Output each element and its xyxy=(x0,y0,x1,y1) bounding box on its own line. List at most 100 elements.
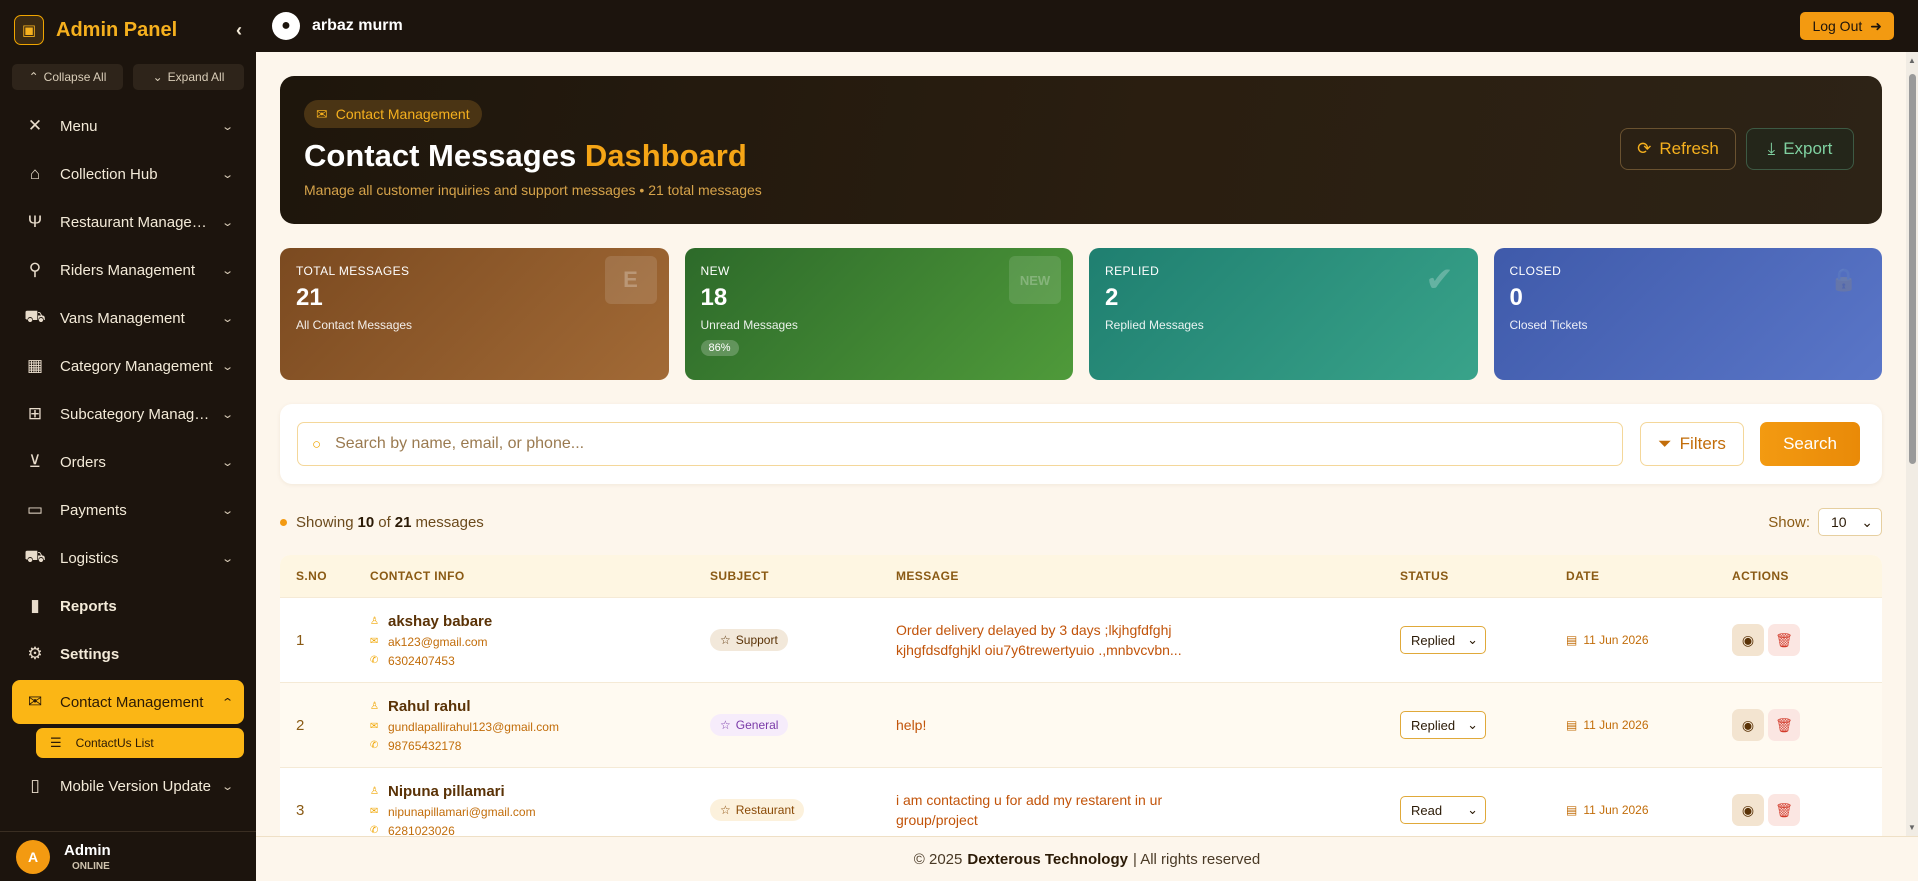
sidebar-item-label: Subcategory Management xyxy=(60,405,216,423)
message-text: i am contacting u for add my restarent i… xyxy=(896,792,1163,828)
results-prefix: Showing xyxy=(296,514,354,531)
status-select[interactable]: Read ⌄ xyxy=(1400,796,1486,824)
view-button[interactable]: ◉ xyxy=(1732,624,1764,656)
page-title-main: Contact Messages xyxy=(304,138,577,173)
copyright-suffix: | All rights reserved xyxy=(1132,850,1261,868)
chevron-down-icon: ⌄ xyxy=(220,408,234,421)
view-button[interactable]: ◉ xyxy=(1732,794,1764,826)
credit-card-icon: ▭ xyxy=(26,500,44,519)
mail-icon: ✉ xyxy=(370,806,379,817)
collapse-all-button[interactable]: ⌃ Collapse All xyxy=(12,64,123,90)
scroll-down-arrow-icon[interactable]: ▼ xyxy=(1908,823,1916,832)
trash-icon: 🗑 xyxy=(1775,801,1793,818)
stat-value: 0 xyxy=(1509,284,1523,311)
vertical-scrollbar[interactable]: ▲ ▼ xyxy=(1906,52,1918,836)
scroll-up-arrow-icon[interactable]: ▲ xyxy=(1908,56,1916,65)
star-icon: ☆ xyxy=(720,803,731,817)
sidebar-item-contact-management[interactable]: ✉ Contact Management ⌃ xyxy=(12,680,244,724)
sidebar-item-label: Settings xyxy=(60,645,120,663)
stat-card-total: TOTAL MESSAGES 21 All Contact Messages E xyxy=(280,248,669,380)
logout-button[interactable]: Log Out ➜ xyxy=(1800,12,1894,40)
stat-card-new: NEW 18 Unread Messages 86% NEW xyxy=(684,248,1073,380)
sidebar-item-riders-management[interactable]: ⚲ Riders Management ⌄ xyxy=(0,246,256,294)
delete-button[interactable]: 🗑 xyxy=(1768,624,1800,656)
search-bar: ○ ⏷ Filters Search xyxy=(280,404,1882,484)
avatar: A xyxy=(16,839,50,874)
status-value: Replied xyxy=(1411,717,1456,733)
subject-badge: ☆ Support xyxy=(710,629,788,651)
delete-button[interactable]: 🗑 xyxy=(1768,709,1800,741)
truck-icon: ⛟ xyxy=(24,307,46,326)
scrollbar-thumb[interactable] xyxy=(1909,74,1916,464)
status-dot xyxy=(280,519,287,526)
status-select[interactable]: Replied ⌄ xyxy=(1400,711,1486,739)
stat-description: All Contact Messages xyxy=(296,318,413,332)
date-value: 11 Jun 2026 xyxy=(1583,718,1649,732)
page-subtitle: Manage all customer inquiries and suppor… xyxy=(304,182,762,198)
refresh-button[interactable]: ⟳ Refresh xyxy=(1620,128,1736,170)
sidebar-item-logistics[interactable]: ⛟ Logistics ⌄ xyxy=(0,534,256,582)
sidebar-subitem-contactus-list[interactable]: ☰ ContactUs List xyxy=(36,728,244,758)
sidebar-item-subcategory-management[interactable]: ⊞ Subcategory Management ⌄ xyxy=(0,390,256,438)
search-input[interactable] xyxy=(335,435,1608,453)
sidebar-item-payments[interactable]: ▭ Payments ⌄ xyxy=(0,486,256,534)
stat-label: TOTAL MESSAGES xyxy=(296,264,410,278)
cart-icon: ⊻ xyxy=(28,452,42,471)
sidebar-item-label: Vans Management xyxy=(60,309,185,327)
page-size-label: Show: xyxy=(1768,513,1810,531)
filters-button[interactable]: ⏷ Filters xyxy=(1640,422,1744,466)
contact-email: ak123@gmail.com xyxy=(388,634,488,649)
subject-label: General xyxy=(735,718,779,732)
chevron-down-icon: ⌄ xyxy=(220,264,234,277)
status-select[interactable]: Replied ⌄ xyxy=(1400,626,1486,654)
table-row: 2 ♙ Rahul rahul ✉ gundlapallirahul123@gmai… xyxy=(280,682,1882,767)
trash-icon: 🗑 xyxy=(1775,716,1793,733)
message-text: help! xyxy=(896,717,927,733)
table-row: 3 ♙ Nipuna pillamari ✉ nipunapillamari@gma… xyxy=(280,767,1882,836)
delete-button[interactable]: 🗑 xyxy=(1768,794,1800,826)
phone-icon: ✆ xyxy=(370,740,379,751)
stat-description: Replied Messages xyxy=(1105,318,1204,332)
table-row: 1 ♙ akshay babare ✉ ak123@gmail.com ✆ 63024… xyxy=(280,597,1882,682)
collapse-icon: ⌃ xyxy=(28,70,39,84)
sidebar-title: Admin Panel xyxy=(56,18,178,41)
expand-all-button[interactable]: ⌄ Expand All xyxy=(133,64,244,90)
chevron-down-icon: ⌄ xyxy=(1467,802,1478,817)
sidebar-item-label: Logistics xyxy=(60,549,119,567)
utensils-cross-icon: ✕ xyxy=(27,116,43,135)
dashboard-header: ✉ Contact Management Contact Messages Das… xyxy=(280,76,1882,224)
trash-icon: 🗑 xyxy=(1775,631,1793,648)
sidebar-item-orders[interactable]: ⊻ Orders ⌄ xyxy=(0,438,256,486)
sidebar-item-restaurant-management[interactable]: Ψ Restaurant Management ⌄ xyxy=(0,198,256,246)
contact-phone: 6302407453 xyxy=(388,653,455,668)
star-icon: ☆ xyxy=(720,718,731,732)
sidebar-item-reports[interactable]: ▮ Reports xyxy=(0,582,256,630)
new-badge-icon: NEW xyxy=(1009,256,1061,304)
page-size-select[interactable]: 10 ⌄ xyxy=(1818,508,1882,536)
chevron-up-icon: ⌃ xyxy=(220,696,234,709)
sidebar-item-category-management[interactable]: ▦ Category Management ⌄ xyxy=(0,342,256,390)
envelope-icon: E xyxy=(604,256,657,304)
logout-label: Log Out xyxy=(1812,18,1863,34)
download-icon: ⤓ xyxy=(1767,139,1776,158)
sidebar-item-mobile-version-update[interactable]: ▯ Mobile Version Update ⌄ xyxy=(0,762,256,810)
export-button[interactable]: ⤓ Export xyxy=(1746,128,1854,170)
grid-icon: ▦ xyxy=(26,356,44,375)
view-button[interactable]: ◉ xyxy=(1732,709,1764,741)
section-badge-label: Contact Management xyxy=(335,106,470,122)
sidebar-item-settings[interactable]: ⚙ Settings xyxy=(0,630,256,678)
search-button[interactable]: Search xyxy=(1760,422,1860,466)
user-name: arbaz murm xyxy=(312,17,403,34)
chevron-down-icon: ⌄ xyxy=(1861,513,1873,530)
sidebar-item-label: Riders Management xyxy=(60,261,196,279)
sidebar-item-collection-hub[interactable]: ⌂ Collection Hub ⌄ xyxy=(0,150,256,198)
messages-table: S.NO CONTACT INFO SUBJECT MESSAGE STATUS… xyxy=(280,555,1882,836)
user-icon: ♙ xyxy=(370,700,379,712)
online-status: ONLINE xyxy=(72,860,110,872)
checkmark-icon: ✔ xyxy=(1425,261,1454,299)
collapse-sidebar-chevron-left-icon[interactable]: ‹ xyxy=(236,20,242,41)
search-field[interactable]: ○ xyxy=(297,422,1623,466)
sidebar-item-vans-management[interactable]: ⛟ Vans Management ⌄ xyxy=(0,294,256,342)
shopping-bag-icon: ▣ xyxy=(14,15,44,45)
sidebar-item-menu[interactable]: ✕ Menu ⌄ xyxy=(0,102,256,150)
